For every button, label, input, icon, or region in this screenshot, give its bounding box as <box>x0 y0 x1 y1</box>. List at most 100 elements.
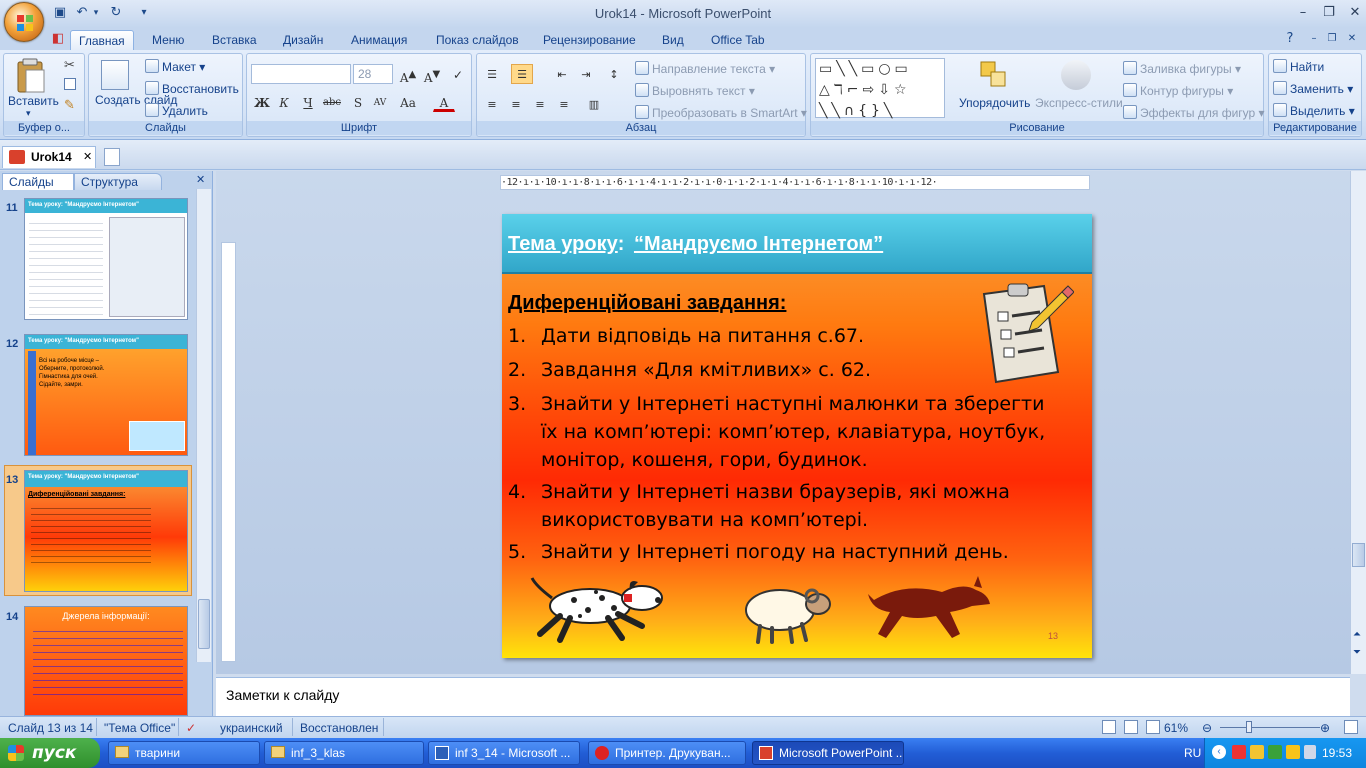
volume-icon[interactable] <box>1304 745 1316 759</box>
clear-format-icon[interactable]: ✓ <box>447 64 469 84</box>
format-painter-icon[interactable]: ✎ <box>64 98 75 113</box>
smartart-button[interactable]: Преобразовать в SmartArt ▾ <box>635 105 807 120</box>
help-icon[interactable]: ? <box>1282 31 1298 47</box>
font-name-box[interactable] <box>251 64 351 84</box>
close-pane-icon[interactable]: ✕ <box>196 173 205 186</box>
align-text-button[interactable]: Выровнять текст ▾ <box>635 83 755 98</box>
change-case-button[interactable]: Aa <box>397 92 419 112</box>
align-right-icon[interactable]: ≡ <box>529 94 551 114</box>
new-document-tab-icon[interactable] <box>104 148 120 166</box>
close-doc-tab-icon[interactable]: ✕ <box>83 147 92 167</box>
restore-button[interactable]: ❐ <box>1318 4 1340 22</box>
tab-office-tab[interactable]: Office Tab <box>703 30 773 50</box>
shrink-font-icon[interactable]: A▼ <box>421 64 443 85</box>
notes-pane[interactable]: Заметки к слайду <box>216 677 1350 716</box>
font-size-box[interactable]: 28 <box>353 64 393 84</box>
select-button[interactable]: Выделить ▾ <box>1273 103 1355 118</box>
taskbar-button-inf3klas[interactable]: inf_3_klas <box>264 741 424 765</box>
zoom-slider[interactable] <box>1220 727 1320 728</box>
slide-heading[interactable]: Диференційовані завдання: <box>508 292 786 315</box>
arrange-button[interactable]: Упорядочить <box>959 96 1030 110</box>
clipboard-checklist-icon[interactable] <box>974 282 1074 386</box>
tab-home[interactable]: Главная <box>70 30 134 50</box>
tab-slideshow[interactable]: Показ слайдов <box>428 30 527 50</box>
spellcheck-icon[interactable]: ✓ <box>186 720 196 736</box>
shadow-button[interactable]: S <box>347 92 369 112</box>
ribbon-minimize-icon[interactable]: – <box>1306 31 1322 47</box>
tab-slides[interactable]: Слайды <box>2 173 74 190</box>
bullets-icon[interactable]: ☰ <box>481 64 503 84</box>
tray-collapse-icon[interactable]: ‹ <box>1212 745 1226 759</box>
spacing-button[interactable]: AV <box>369 92 391 112</box>
shape-fill-button[interactable]: Заливка фигуры ▾ <box>1123 61 1241 76</box>
layout-button[interactable]: Макет ▾ <box>145 59 205 74</box>
main-scrollbar[interactable]: ⏶ ⏷ <box>1350 171 1366 674</box>
italic-button[interactable]: К <box>273 92 295 112</box>
reset-button[interactable]: Восстановить <box>145 81 239 96</box>
new-slide-button[interactable]: Создать слайд <box>95 94 177 107</box>
slides-pane-scrollbar[interactable] <box>196 189 211 662</box>
new-slide-icon[interactable] <box>101 60 129 90</box>
shapes-gallery[interactable]: ▭╲╲▭○▭ △ℸ⌐⇨⇩☆ ╲╲∩{}╲ <box>815 58 945 119</box>
tab-view[interactable]: Вид <box>654 30 692 50</box>
current-slide[interactable]: Тема уроку: “Мандруємо Інтернетом” Дифер… <box>502 214 1092 658</box>
paste-dropdown-icon[interactable]: ▾ <box>26 108 31 119</box>
zoom-level[interactable]: 61% <box>1164 720 1188 736</box>
task-item-4[interactable]: 4. Знайти у Інтернеті назви браузерів, як… <box>508 478 1068 534</box>
quick-styles-button[interactable]: Экспресс-стили <box>1035 96 1123 110</box>
find-button[interactable]: Найти <box>1273 59 1324 74</box>
close-button[interactable]: ✕ <box>1344 4 1366 22</box>
tray-app-icon[interactable] <box>1232 745 1246 759</box>
language-indicator[interactable]: RU <box>1184 746 1201 760</box>
vertical-ruler[interactable] <box>221 242 236 662</box>
tab-menu[interactable]: Меню <box>144 30 192 50</box>
start-button[interactable]: пуск <box>0 738 100 768</box>
task-item-5[interactable]: 5. Знайти у Інтернеті погоду на наступний… <box>508 538 1068 566</box>
quick-styles-icon[interactable] <box>1061 60 1091 90</box>
tray-app-icon[interactable] <box>1250 745 1264 759</box>
status-theme[interactable]: "Тема Office" <box>104 720 175 736</box>
align-center-icon[interactable]: ≡ <box>505 94 527 114</box>
fit-to-window-icon[interactable] <box>1344 720 1358 734</box>
office-tab-icon[interactable]: ◧ <box>50 31 66 47</box>
increase-indent-icon[interactable]: ⇥ <box>575 64 597 84</box>
document-tab[interactable]: Urok14 ✕ <box>2 146 96 168</box>
arrange-icon[interactable] <box>979 60 1009 90</box>
ribbon-close-icon[interactable]: ✕ <box>1344 31 1360 47</box>
align-left-icon[interactable]: ≡ <box>481 94 503 114</box>
office-button[interactable] <box>4 2 44 42</box>
zoom-out-icon[interactable]: ⊖ <box>1202 720 1212 736</box>
line-spacing-icon[interactable]: ↕ <box>603 64 625 84</box>
decrease-indent-icon[interactable]: ⇤ <box>551 64 573 84</box>
taskbar-button-opera[interactable]: Принтер. Друкуван... <box>588 741 746 765</box>
bold-button[interactable]: Ж <box>251 92 273 112</box>
taskbar-button-powerpoint[interactable]: Microsoft PowerPoint ... <box>752 741 904 765</box>
shape-effects-button[interactable]: Эффекты для фигур ▾ <box>1123 105 1265 120</box>
tab-animation[interactable]: Анимация <box>343 30 415 50</box>
tab-design[interactable]: Дизайн <box>275 30 331 50</box>
next-slide-icon[interactable]: ⏷ <box>1353 647 1361 658</box>
tab-insert[interactable]: Вставка <box>204 30 265 50</box>
zoom-in-icon[interactable]: ⊕ <box>1320 720 1330 736</box>
columns-icon[interactable]: ▥ <box>583 94 605 114</box>
slide-thumbnail-13[interactable]: Тема уроку: "Мандруємо Інтернетом" Дифер… <box>24 470 188 592</box>
replace-button[interactable]: Заменить ▾ <box>1273 81 1353 96</box>
paste-icon[interactable] <box>12 58 50 94</box>
strike-button[interactable]: abc <box>321 92 343 112</box>
main-scrollbar-thumb[interactable] <box>1352 543 1365 567</box>
taskbar-button-tvaryny[interactable]: тварини <box>108 741 260 765</box>
task-item-3[interactable]: 3. Знайти у Інтернеті наступні малюнки та… <box>508 390 1068 474</box>
tray-security-icon[interactable] <box>1268 745 1282 759</box>
slide-thumbnail-12[interactable]: Тема уроку: "Мандруємо Інтернетом" Всі н… <box>24 334 188 456</box>
copy-icon[interactable] <box>64 78 76 90</box>
paste-button[interactable]: Вставить <box>8 94 59 108</box>
scrollbar-thumb[interactable] <box>198 599 210 649</box>
sorter-view-icon[interactable] <box>1124 720 1138 734</box>
zoom-slider-thumb[interactable] <box>1246 721 1252 733</box>
delete-slide-button[interactable]: Удалить <box>145 103 208 118</box>
ribbon-restore-icon[interactable]: ❐ <box>1324 31 1340 47</box>
underline-button[interactable]: Ч <box>297 92 319 112</box>
status-language[interactable]: украинский <box>220 720 283 736</box>
text-direction-button[interactable]: Направление текста ▾ <box>635 61 775 76</box>
grow-font-icon[interactable]: A▲ <box>397 64 419 85</box>
